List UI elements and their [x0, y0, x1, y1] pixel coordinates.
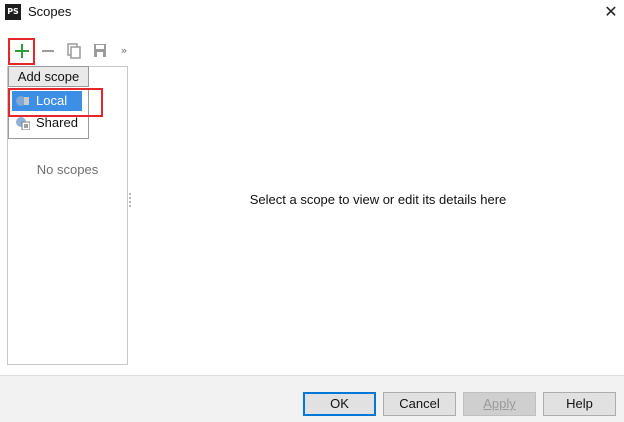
add-scope-header: Add scope: [8, 66, 89, 87]
details-placeholder: Select a scope to view or edit its detai…: [249, 192, 507, 207]
title-bar: PS Scopes ✕: [0, 0, 624, 26]
close-button[interactable]: ✕: [600, 0, 622, 24]
save-icon[interactable]: [89, 40, 111, 62]
window-title: Scopes: [28, 4, 72, 19]
apply-button[interactable]: Apply: [463, 392, 536, 416]
empty-list-text: No scopes: [36, 162, 99, 177]
app-logo: PS: [5, 4, 21, 20]
apply-button-label: Apply: [483, 396, 516, 411]
copy-icon[interactable]: [63, 40, 85, 62]
cancel-button[interactable]: Cancel: [383, 392, 456, 416]
dialog-footer: OK Cancel Apply Help: [0, 376, 624, 422]
ok-button[interactable]: OK: [303, 392, 376, 416]
more-actions-icon[interactable]: »: [113, 40, 135, 62]
shared-scope-icon: [16, 116, 31, 131]
add-button-highlight: [8, 38, 35, 65]
local-item-highlight: [8, 88, 103, 117]
minus-icon[interactable]: [37, 40, 59, 62]
help-button[interactable]: Help: [543, 392, 616, 416]
